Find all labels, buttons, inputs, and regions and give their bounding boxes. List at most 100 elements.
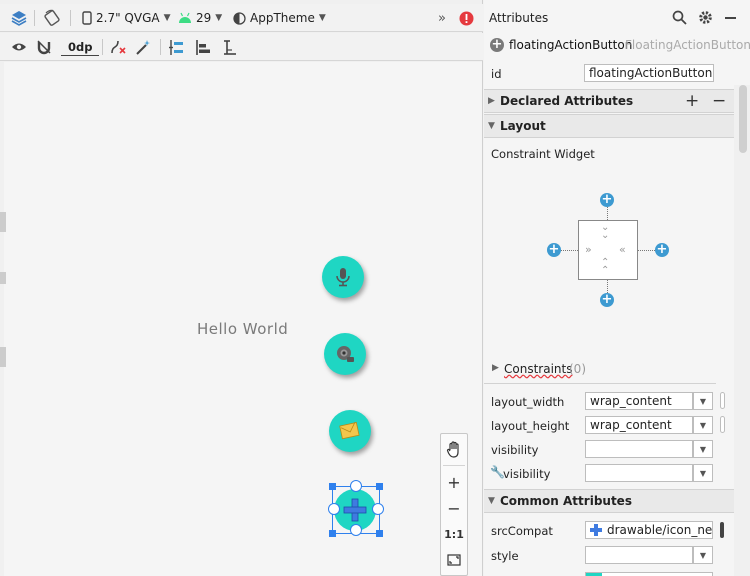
remove-attribute-icon[interactable]: − (712, 91, 726, 111)
theme-selector[interactable]: AppTheme ▼ (233, 4, 326, 32)
more-actions-button[interactable]: » (438, 4, 446, 32)
constraints-row[interactable]: ▶ Constraints (0) (484, 360, 734, 380)
declared-attributes-header[interactable]: ▶ Declared Attributes + − (484, 89, 734, 113)
add-right-constraint-button[interactable]: + (655, 243, 669, 257)
panel-scrollbar[interactable] (734, 85, 750, 576)
eye-icon (12, 43, 26, 51)
constraint-widget-label: Constraint Widget (491, 147, 595, 161)
layers-icon (11, 11, 27, 26)
align-button[interactable] (195, 33, 212, 61)
clear-constraints-icon (111, 40, 126, 54)
fab-microphone[interactable] (322, 256, 364, 298)
magnet-off-icon (37, 40, 51, 55)
constraints-label: Constraints (504, 362, 573, 376)
gear-icon[interactable] (698, 10, 713, 25)
search-icon[interactable] (672, 10, 687, 25)
pan-button[interactable] (441, 436, 467, 462)
resize-handle[interactable] (329, 483, 336, 490)
layout-height-label: layout_height (491, 419, 570, 433)
fab-email[interactable] (329, 410, 371, 452)
common-attributes-header[interactable]: ▼ Common Attributes (484, 489, 734, 513)
chevron-down-icon: ▼ (699, 420, 707, 430)
infer-constraints-button[interactable] (135, 33, 152, 61)
chevron-down-icon: ▼ (699, 468, 707, 478)
magic-wand-icon (136, 39, 150, 55)
add-attribute-icon[interactable]: + (685, 91, 699, 111)
resize-handle[interactable] (329, 530, 336, 537)
view-options-button[interactable] (11, 33, 27, 61)
tools-visibility-select[interactable] (585, 464, 693, 482)
autoconnect-toggle[interactable] (36, 33, 52, 61)
layout-height-select[interactable]: wrap_content (585, 416, 693, 434)
device-selector[interactable]: 2.7" QVGA ▼ (82, 4, 171, 32)
layout-width-select[interactable]: wrap_content (585, 392, 693, 410)
collapse-icon: ▼ (488, 121, 495, 131)
resource-picker-button[interactable] (720, 522, 724, 538)
id-field[interactable]: floatingActionButton (584, 64, 714, 82)
layout-height-dropdown[interactable]: ▼ (693, 416, 713, 434)
layers-button[interactable] (10, 4, 28, 32)
hello-world-textview[interactable]: Hello World (197, 320, 288, 338)
next-attribute-field[interactable] (585, 572, 713, 576)
zoom-actual-size-button[interactable]: 1:1 (441, 521, 467, 547)
distribute-icon (169, 39, 183, 55)
resize-handle[interactable] (376, 530, 383, 537)
orientation-button[interactable] (43, 4, 61, 32)
email-icon (339, 422, 360, 440)
guideline-icon (224, 39, 236, 55)
style-select[interactable] (585, 546, 693, 564)
visibility-select[interactable] (585, 440, 693, 458)
add-top-constraint-button[interactable]: + (600, 193, 614, 207)
component-name: floatingActionButton (509, 38, 633, 52)
src-compat-row: srcCompat drawable/icon_new (484, 518, 734, 544)
api-level-selector[interactable]: 29 ▼ (178, 4, 222, 32)
api-level-label: 29 (196, 11, 212, 25)
constraint-anchor-right[interactable] (372, 503, 384, 515)
style-dropdown[interactable]: ▼ (693, 546, 713, 564)
zoom-in-button[interactable]: + (441, 469, 467, 495)
pack-button[interactable] (168, 33, 185, 61)
style-label: style (491, 549, 519, 563)
resource-picker-button[interactable] (720, 392, 725, 409)
src-compat-label: srcCompat (491, 524, 553, 538)
chevron-down-icon: ⌄ ⌄ (601, 222, 610, 241)
add-left-constraint-button[interactable]: + (547, 243, 561, 257)
constraint-anchor-bottom[interactable] (350, 524, 362, 536)
visibility-dropdown[interactable]: ▼ (693, 440, 713, 458)
constraint-anchor-top[interactable] (350, 480, 362, 492)
panel-title: Attributes (489, 11, 549, 25)
chevron-down-icon: ▼ (699, 550, 707, 560)
layout-width-label: layout_width (491, 395, 565, 409)
android-icon (179, 12, 191, 23)
layout-width-row: layout_width wrap_content ▼ (484, 390, 734, 414)
default-margin-button[interactable]: 0dp (61, 38, 100, 56)
minimize-icon[interactable] (725, 17, 736, 19)
add-icon (590, 524, 602, 536)
zoom-out-button[interactable]: − (441, 495, 467, 521)
add-bottom-constraint-button[interactable]: + (600, 293, 614, 307)
panel-header: Attributes (484, 6, 750, 30)
resource-picker-button[interactable] (720, 416, 725, 433)
design-canvas[interactable] (0, 62, 482, 576)
fab-camera[interactable] (324, 333, 366, 375)
error-icon (459, 11, 474, 25)
layout-toolbar: 0dp (0, 33, 483, 61)
chevron-down-icon: ▼ (699, 396, 707, 406)
clear-constraints-button[interactable] (110, 33, 128, 61)
layout-header[interactable]: ▼ Layout (484, 114, 734, 138)
collapse-icon: ▼ (488, 496, 495, 506)
error-indicator[interactable] (459, 4, 474, 32)
camera-icon (337, 346, 354, 362)
chevron-down-icon: ▼ (318, 13, 326, 23)
guidelines-button[interactable] (222, 33, 239, 61)
resize-handle[interactable] (376, 483, 383, 490)
tools-visibility-row: 🔧 visibility ▼ (484, 462, 734, 486)
zoom-to-fit-button[interactable] (441, 547, 467, 573)
tools-visibility-dropdown[interactable]: ▼ (693, 464, 713, 482)
rotate-icon (44, 9, 60, 26)
constraint-anchor-left[interactable] (328, 503, 340, 515)
src-compat-field[interactable]: drawable/icon_new (585, 521, 713, 539)
layout-width-dropdown[interactable]: ▼ (693, 392, 713, 410)
scroll-thumb[interactable] (739, 85, 747, 153)
ruler-mark (0, 212, 6, 232)
